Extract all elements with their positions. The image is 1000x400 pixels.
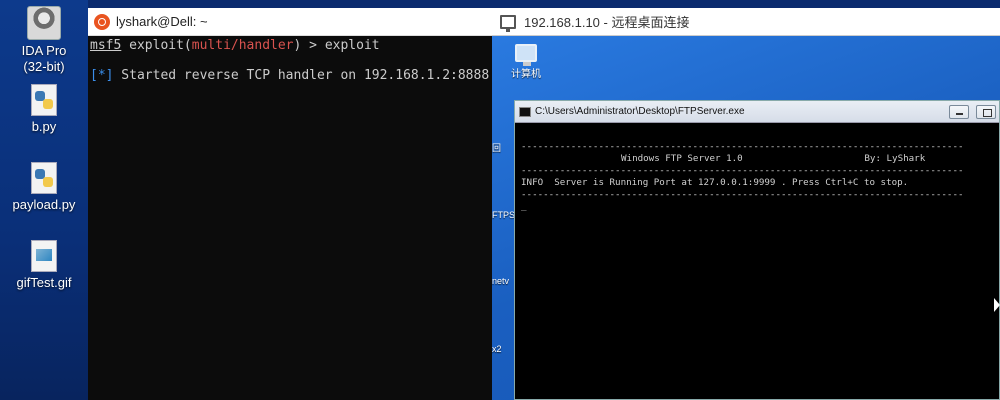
gif-file-icon [31, 240, 57, 272]
console-title: C:\Users\Administrator\Desktop\FTPServer… [535, 106, 745, 117]
terminal-title: lyshark@Dell: ~ [116, 14, 208, 29]
prompt-cmd-suffix: ) > exploit [293, 38, 380, 53]
remote-desktop-window[interactable]: 192.168.1.10 - 远程桌面连接 计算机 回 FTPS netv x2… [492, 8, 1000, 400]
desktop-icon-ida-pro[interactable]: IDA Pro (32-bit) [0, 6, 88, 75]
terminal-body[interactable]: msf5 exploit(multi/handler) > exploit [*… [88, 36, 492, 86]
desktop-icon-label: 计算机 [511, 69, 541, 80]
python-file-icon [31, 162, 57, 194]
host-desktop: IDA Pro (32-bit) b.py payload.py gifTest… [0, 0, 88, 400]
minimize-button[interactable] [949, 104, 969, 119]
ida-avatar-icon [27, 6, 61, 40]
prompt-module: multi/handler [191, 38, 294, 53]
console-divider: ----------------------------------------… [521, 141, 964, 152]
output-text: Started reverse TCP handler on 192.168.1… [113, 68, 490, 83]
output-marker: [*] [90, 68, 114, 83]
console-cursor: _ [521, 201, 527, 212]
console-titlebar[interactable]: C:\Users\Administrator\Desktop\FTPServer… [515, 101, 999, 123]
prompt-label: msf5 [90, 38, 122, 53]
desktop-icon-label: gifTest.gif [16, 275, 72, 290]
desktop-icon-computer[interactable]: 计算机 [506, 44, 546, 80]
desktop-icon-payload-py[interactable]: payload.py [0, 162, 88, 213]
ubuntu-icon [94, 13, 110, 30]
partial-icon-label: netv [492, 276, 510, 286]
console-banner: Windows FTP Server 1.0 By: LyShark [621, 153, 926, 164]
cmd-icon [519, 106, 531, 117]
partial-icon-label: 回 [492, 143, 502, 153]
desktop-icon-b-py[interactable]: b.py [0, 84, 88, 135]
prompt-cmd-prefix: exploit( [121, 38, 192, 53]
terminal-titlebar[interactable]: lyshark@Dell: ~ [88, 8, 492, 36]
mouse-cursor-icon [994, 298, 1000, 312]
rdp-titlebar[interactable]: 192.168.1.10 - 远程桌面连接 [492, 8, 1000, 36]
computer-icon [515, 44, 537, 66]
partial-icon-label: x2 [492, 344, 502, 354]
desktop-icon-giftest-gif[interactable]: gifTest.gif [0, 240, 88, 291]
restore-button[interactable] [976, 104, 996, 119]
console-divider: ----------------------------------------… [521, 189, 964, 200]
console-info-line: INFO Server is Running Port at 127.0.0.1… [521, 177, 909, 188]
terminal-window[interactable]: lyshark@Dell: ~ msf5 exploit(multi/handl… [88, 8, 492, 400]
partial-icon-label: FTPS [492, 210, 516, 220]
rdp-title: 192.168.1.10 - 远程桌面连接 [524, 15, 690, 30]
terminal-prompt-line: msf5 exploit(multi/handler) > exploit [90, 36, 492, 56]
console-body[interactable]: ----------------------------------------… [515, 123, 999, 213]
desktop-icon-label: (32-bit) [23, 59, 65, 74]
desktop-icon-label: IDA Pro [21, 43, 67, 58]
console-divider: ----------------------------------------… [521, 165, 964, 176]
terminal-output-line: [*] Started reverse TCP handler on 192.1… [90, 66, 492, 86]
desktop-icon-label: payload.py [12, 197, 76, 212]
ftp-server-console[interactable]: C:\Users\Administrator\Desktop\FTPServer… [514, 100, 1000, 400]
python-file-icon [31, 84, 57, 116]
desktop-icon-label: b.py [31, 119, 57, 134]
remote-desktop-icon [500, 14, 516, 32]
rdp-desktop: 计算机 回 FTPS netv x2 C:\Users\Administrato… [492, 36, 1000, 400]
